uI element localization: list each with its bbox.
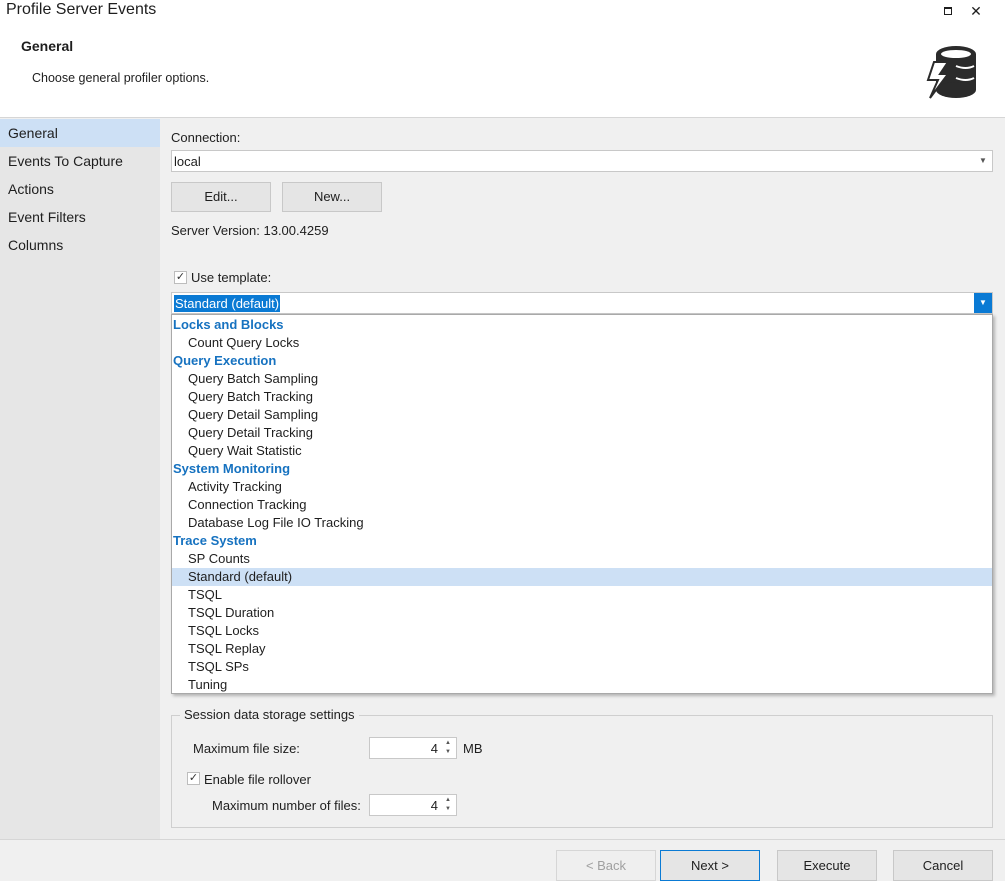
next-button[interactable]: Next > bbox=[660, 850, 760, 881]
sidebar: General Events To Capture Actions Event … bbox=[0, 119, 160, 839]
wizard-header: General Choose general profiler options. bbox=[0, 24, 1005, 118]
new-connection-button[interactable]: New... bbox=[282, 182, 382, 212]
spin-up-icon[interactable]: ▲ bbox=[442, 739, 454, 748]
use-template-label: Use template: bbox=[191, 270, 272, 285]
list-group-header: Query Execution bbox=[173, 353, 277, 368]
list-item[interactable]: SP Counts bbox=[172, 550, 992, 568]
sidebar-item-events-to-capture[interactable]: Events To Capture bbox=[0, 147, 160, 175]
list-group-header: System Monitoring bbox=[173, 461, 291, 476]
chevron-down-icon[interactable]: ▼ bbox=[974, 151, 992, 171]
server-version: Server Version: 13.00.4259 bbox=[171, 223, 329, 238]
list-item[interactable]: TSQL Locks bbox=[172, 622, 992, 640]
list-item[interactable]: Query Wait Statistic bbox=[172, 442, 992, 460]
title-bar: Profile Server Events ✕ bbox=[0, 0, 1005, 24]
spin-down-icon[interactable]: ▼ bbox=[442, 748, 454, 757]
list-item-highlighted[interactable]: Standard (default) bbox=[172, 568, 992, 586]
page-title: General bbox=[21, 38, 74, 54]
template-dropdown-list: Locks and Blocks Count Query Locks Query… bbox=[171, 314, 993, 694]
edit-connection-button[interactable]: Edit... bbox=[171, 182, 271, 212]
execute-button[interactable]: Execute bbox=[777, 850, 877, 881]
list-item[interactable]: Tuning bbox=[172, 676, 992, 693]
enable-rollover-checkbox[interactable]: ✓ bbox=[187, 772, 200, 785]
database-lightning-icon bbox=[926, 44, 980, 103]
back-button[interactable]: < Back bbox=[556, 850, 656, 881]
window-title: Profile Server Events bbox=[6, 1, 157, 18]
list-item[interactable]: Connection Tracking bbox=[172, 496, 992, 514]
list-item[interactable]: Query Batch Tracking bbox=[172, 388, 992, 406]
list-item[interactable]: Activity Tracking bbox=[172, 478, 992, 496]
list-item[interactable]: Count Query Locks bbox=[172, 334, 992, 352]
sidebar-item-columns[interactable]: Columns bbox=[0, 231, 160, 259]
list-group-header: Locks and Blocks bbox=[173, 317, 284, 332]
max-files-stepper[interactable]: 4 ▲ ▼ bbox=[369, 794, 457, 816]
enable-rollover-label: Enable file rollover bbox=[204, 772, 311, 787]
connection-label: Connection: bbox=[171, 130, 241, 145]
list-item[interactable]: Query Detail Tracking bbox=[172, 424, 992, 442]
use-template-checkbox[interactable]: ✓ bbox=[174, 271, 187, 284]
groupbox-legend: Session data storage settings bbox=[180, 707, 359, 722]
list-item[interactable]: Query Detail Sampling bbox=[172, 406, 992, 424]
list-item[interactable]: TSQL Replay bbox=[172, 640, 992, 658]
template-combo[interactable]: Standard (default) ▼ bbox=[171, 292, 993, 314]
max-files-label: Maximum number of files: bbox=[212, 798, 361, 813]
chevron-down-icon[interactable]: ▼ bbox=[974, 293, 992, 313]
sidebar-item-event-filters[interactable]: Event Filters bbox=[0, 203, 160, 231]
file-size-unit: MB bbox=[463, 741, 483, 756]
page-subtitle: Choose general profiler options. bbox=[32, 71, 210, 85]
spin-down-icon[interactable]: ▼ bbox=[442, 805, 454, 814]
template-selected-value: Standard (default) bbox=[172, 294, 282, 313]
max-files-value: 4 bbox=[430, 798, 438, 813]
max-file-size-label: Maximum file size: bbox=[193, 741, 300, 756]
connection-combo[interactable]: local ▼ bbox=[171, 150, 993, 172]
list-group-header: Trace System bbox=[173, 533, 257, 548]
spin-up-icon[interactable]: ▲ bbox=[442, 796, 454, 805]
wizard-footer: < Back Next > Execute Cancel bbox=[0, 839, 1005, 881]
maximize-icon[interactable] bbox=[938, 2, 958, 20]
connection-value: local bbox=[174, 154, 201, 169]
list-item[interactable]: TSQL SPs bbox=[172, 658, 992, 676]
max-file-size-stepper[interactable]: 4 ▲ ▼ bbox=[369, 737, 457, 759]
sidebar-item-general[interactable]: General bbox=[0, 119, 160, 147]
cancel-button[interactable]: Cancel bbox=[893, 850, 993, 881]
close-icon[interactable]: ✕ bbox=[966, 2, 986, 20]
list-item[interactable]: TSQL bbox=[172, 586, 992, 604]
list-item[interactable]: Query Batch Sampling bbox=[172, 370, 992, 388]
max-file-size-value: 4 bbox=[430, 741, 438, 756]
sidebar-item-actions[interactable]: Actions bbox=[0, 175, 160, 203]
list-item[interactable]: Database Log File IO Tracking bbox=[172, 514, 992, 532]
list-item[interactable]: TSQL Duration bbox=[172, 604, 992, 622]
